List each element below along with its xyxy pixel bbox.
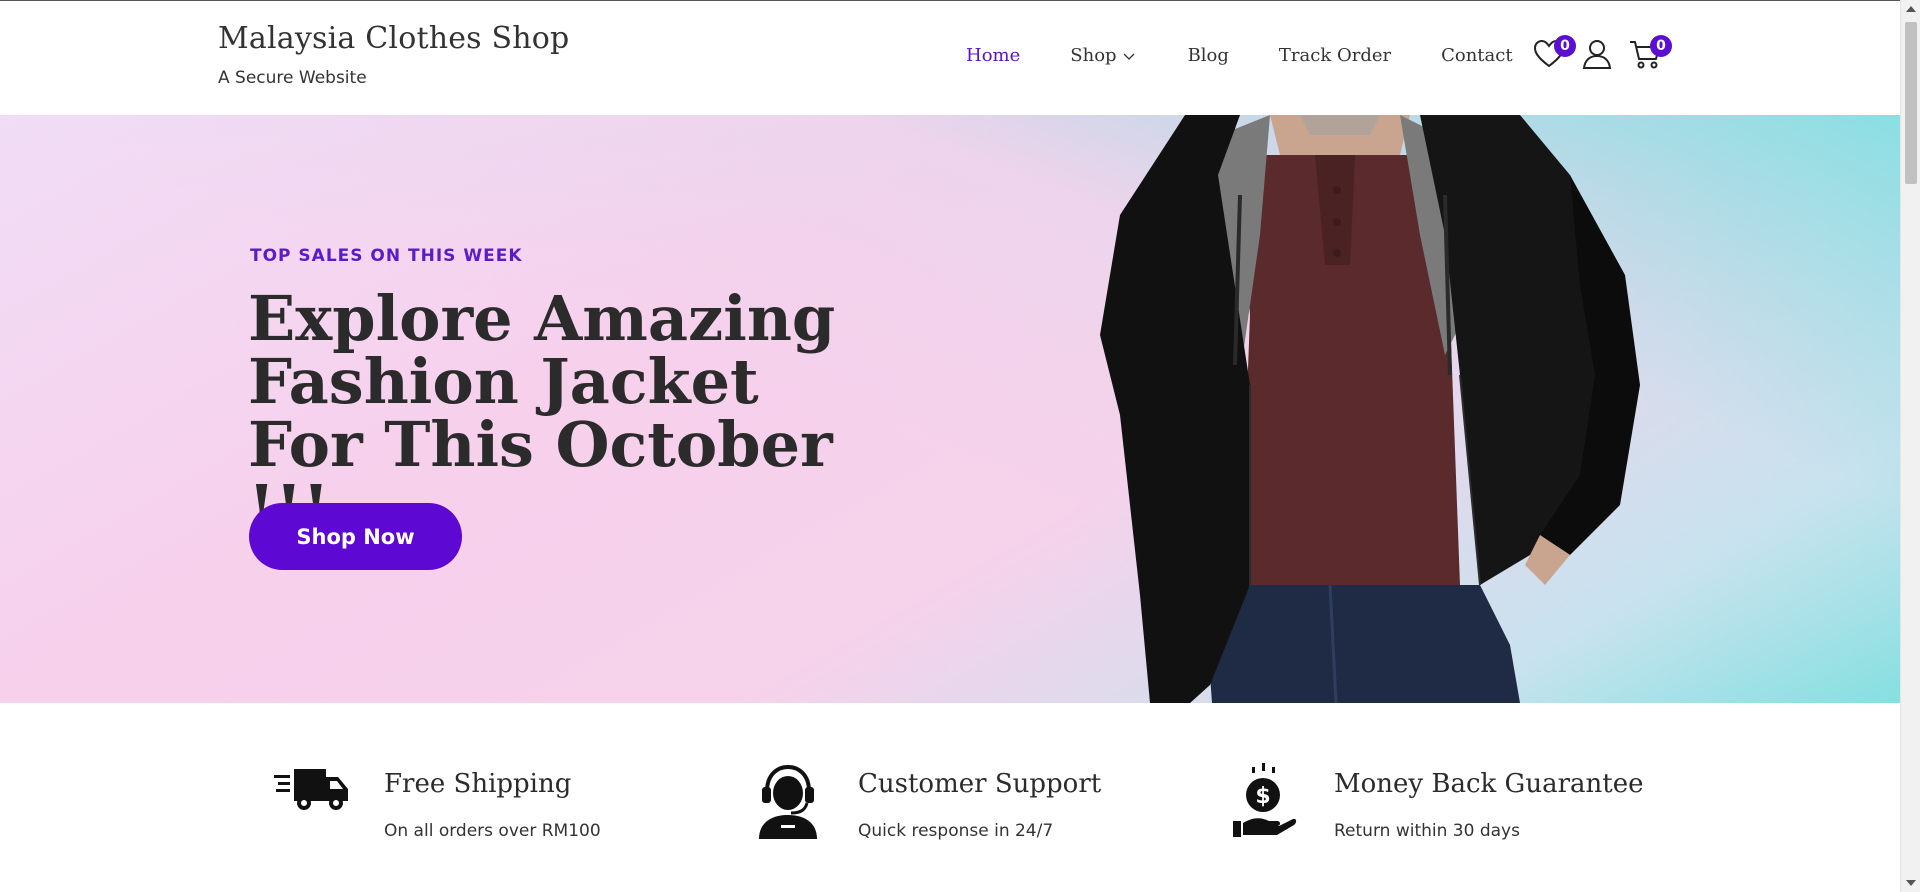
account-button[interactable]: [1580, 37, 1614, 71]
nav-blog[interactable]: Blog: [1188, 45, 1229, 66]
site-header: Malaysia Clothes Shop A Secure Website H…: [0, 1, 1900, 115]
feature-money-back: $ Money Back Guarantee Return within 30 …: [1224, 763, 1643, 843]
nav-track-order[interactable]: Track Order: [1279, 45, 1391, 66]
site-title[interactable]: Malaysia Clothes Shop: [218, 21, 569, 56]
wishlist-count-badge: 0: [1554, 35, 1576, 57]
scroll-down-arrow-icon[interactable]: [1906, 880, 1916, 886]
wishlist-button[interactable]: 0: [1532, 35, 1576, 71]
hero-eyebrow: TOP SALES ON THIS WEEK: [250, 246, 523, 266]
nav-shop[interactable]: Shop: [1070, 45, 1135, 66]
page: Malaysia Clothes Shop A Secure Website H…: [0, 0, 1900, 892]
feature-subtitle: Return within 30 days: [1334, 821, 1520, 841]
svg-text:$: $: [1255, 784, 1270, 809]
hero-title: Explore Amazing Fashion Jacket For This …: [248, 282, 836, 539]
shop-now-button[interactable]: Shop Now: [249, 503, 462, 570]
cart-button[interactable]: 0: [1628, 35, 1672, 71]
header-actions: 0 0: [1532, 35, 1672, 71]
nav-contact[interactable]: Contact: [1441, 45, 1512, 66]
feature-title: Customer Support: [858, 769, 1102, 799]
scroll-up-arrow-icon[interactable]: [1906, 6, 1916, 12]
feature-title: Money Back Guarantee: [1334, 769, 1644, 799]
hero-product-image: [1100, 115, 1640, 703]
feature-free-shipping: Free Shipping On all orders over RM100: [272, 763, 601, 843]
delivery-truck-icon: [272, 763, 352, 843]
nav-home[interactable]: Home: [966, 45, 1020, 66]
feature-subtitle: On all orders over RM100: [384, 821, 601, 841]
chevron-down-icon: [1123, 53, 1135, 60]
user-icon: [1582, 40, 1612, 69]
nav-shop-label: Shop: [1070, 45, 1117, 66]
site-tagline: A Secure Website: [218, 68, 367, 88]
money-back-icon: $: [1224, 763, 1304, 843]
feature-customer-support: Customer Support Quick response in 24/7: [748, 763, 1101, 843]
scrollbar-thumb[interactable]: [1905, 22, 1917, 184]
feature-subtitle: Quick response in 24/7: [858, 821, 1054, 841]
customer-support-icon: [748, 763, 828, 843]
cart-count-badge: 0: [1650, 35, 1672, 57]
brand[interactable]: Malaysia Clothes Shop A Secure Website: [218, 21, 569, 88]
main-nav: Home Shop Blog Track Order Contact: [966, 45, 1513, 66]
page-scrollbar[interactable]: [1900, 0, 1920, 892]
hero-banner: TOP SALES ON THIS WEEK Explore Amazing F…: [0, 115, 1900, 703]
feature-title: Free Shipping: [384, 769, 572, 799]
features-strip: Free Shipping On all orders over RM100 C…: [0, 703, 1900, 892]
